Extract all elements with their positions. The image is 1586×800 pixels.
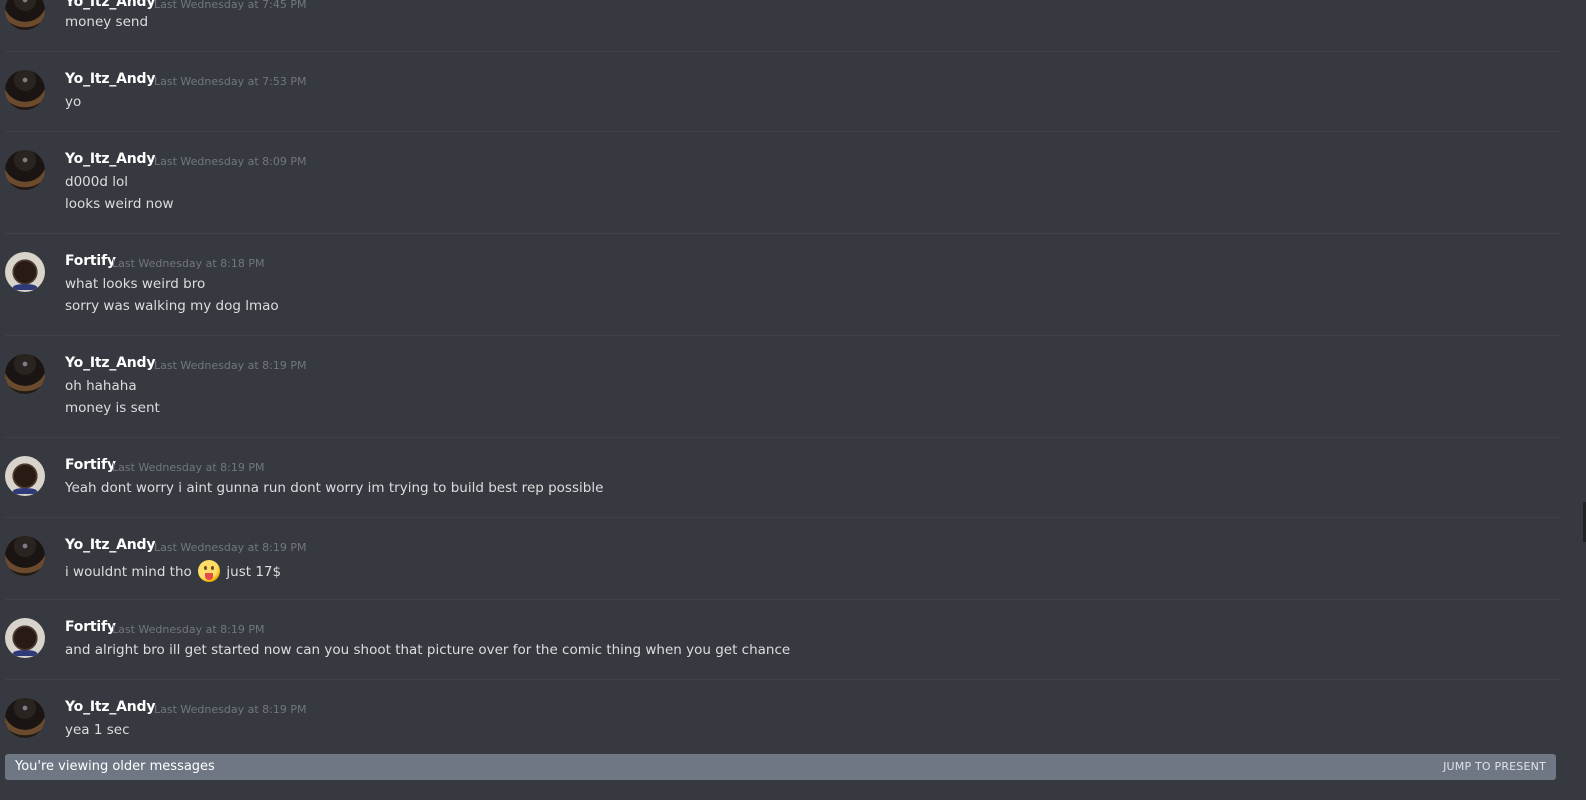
message-author[interactable]: Yo_Itz_Andy	[65, 0, 155, 10]
message-text-content: yo	[65, 94, 82, 110]
message-text-content: money send	[65, 14, 149, 30]
message-text-content: what looks weird bro	[65, 276, 206, 292]
message-divider	[5, 51, 1561, 52]
message-author[interactable]: Fortify	[65, 457, 116, 473]
tongue-out-emoji-icon	[198, 560, 221, 582]
message-text-content: looks weird now	[65, 196, 174, 212]
message-text: d000d lol	[65, 174, 128, 190]
avatar[interactable]	[5, 252, 45, 292]
message-timestamp: Last Wednesday at 7:53 PM	[154, 75, 307, 88]
message-timestamp: Last Wednesday at 8:19 PM	[154, 703, 307, 716]
message-text-content: i wouldnt mind tho	[65, 564, 192, 580]
message-author[interactable]: Yo_Itz_Andy	[65, 699, 155, 715]
chat-window: Yo_Itz_Andy Last Wednesday at 7:45 PM mone…	[0, 0, 1586, 800]
avatar[interactable]	[5, 0, 45, 30]
message-divider	[5, 131, 1561, 132]
message-timestamp: Last Wednesday at 8:19 PM	[112, 461, 265, 474]
avatar[interactable]	[5, 70, 45, 110]
message-text: and alright bro ill get started now can …	[65, 642, 790, 658]
message-divider	[5, 517, 1561, 518]
bottom-strip	[0, 780, 1586, 800]
message-text-content: sorry was walking my dog lmao	[65, 298, 279, 314]
message-text-content: d000d lol	[65, 174, 128, 190]
avatar[interactable]	[5, 456, 45, 496]
jump-to-present-button[interactable]: JUMP TO PRESENT	[1443, 760, 1546, 773]
message-text-content: yea 1 sec	[65, 722, 130, 738]
message-text: money send	[65, 14, 148, 30]
message-divider	[5, 335, 1561, 336]
message-divider	[5, 599, 1561, 600]
message-text: oh hahaha	[65, 378, 137, 394]
older-messages-text: You're viewing older messages	[15, 759, 215, 774]
message-text: sorry was walking my dog lmao	[65, 298, 279, 314]
message-author[interactable]: Yo_Itz_Andy	[65, 355, 155, 371]
message-timestamp: Last Wednesday at 8:19 PM	[154, 541, 307, 554]
message-text-content: money is sent	[65, 400, 160, 416]
message-text: what looks weird bro	[65, 276, 205, 292]
older-messages-banner[interactable]: You're viewing older messages JUMP TO PR…	[5, 754, 1556, 780]
message-timestamp: Last Wednesday at 8:19 PM	[154, 359, 307, 372]
message-author[interactable]: Yo_Itz_Andy	[65, 537, 155, 553]
avatar[interactable]	[5, 536, 45, 576]
message-author[interactable]: Yo_Itz_Andy	[65, 71, 155, 87]
message-text: looks weird now	[65, 196, 174, 212]
message-text-content: Yeah dont worry i aint gunna run dont wo…	[65, 480, 604, 496]
message-text: yo	[65, 94, 81, 110]
avatar[interactable]	[5, 354, 45, 394]
message-timestamp: Last Wednesday at 8:09 PM	[154, 155, 307, 168]
message-divider	[5, 679, 1561, 680]
avatar[interactable]	[5, 150, 45, 190]
message-timestamp: Last Wednesday at 8:19 PM	[112, 623, 265, 636]
message-text-content: oh hahaha	[65, 378, 137, 394]
message-author[interactable]: Fortify	[65, 253, 116, 269]
message-divider	[5, 437, 1561, 438]
message-author[interactable]: Yo_Itz_Andy	[65, 151, 155, 167]
message-divider	[5, 233, 1561, 234]
message-text: i wouldnt mind tho just 17$	[65, 560, 281, 582]
avatar[interactable]	[5, 698, 45, 738]
message-text: money is sent	[65, 400, 160, 416]
message-timestamp: Last Wednesday at 7:45 PM	[154, 0, 307, 11]
avatar[interactable]	[5, 618, 45, 658]
message-timestamp: Last Wednesday at 8:18 PM	[112, 257, 265, 270]
message-text-content: and alright bro ill get started now can …	[65, 642, 791, 658]
message-text-content: just 17$	[226, 564, 282, 580]
message-author[interactable]: Fortify	[65, 619, 116, 635]
message-text: yea 1 sec	[65, 722, 130, 738]
message-text: Yeah dont worry i aint gunna run dont wo…	[65, 480, 603, 496]
